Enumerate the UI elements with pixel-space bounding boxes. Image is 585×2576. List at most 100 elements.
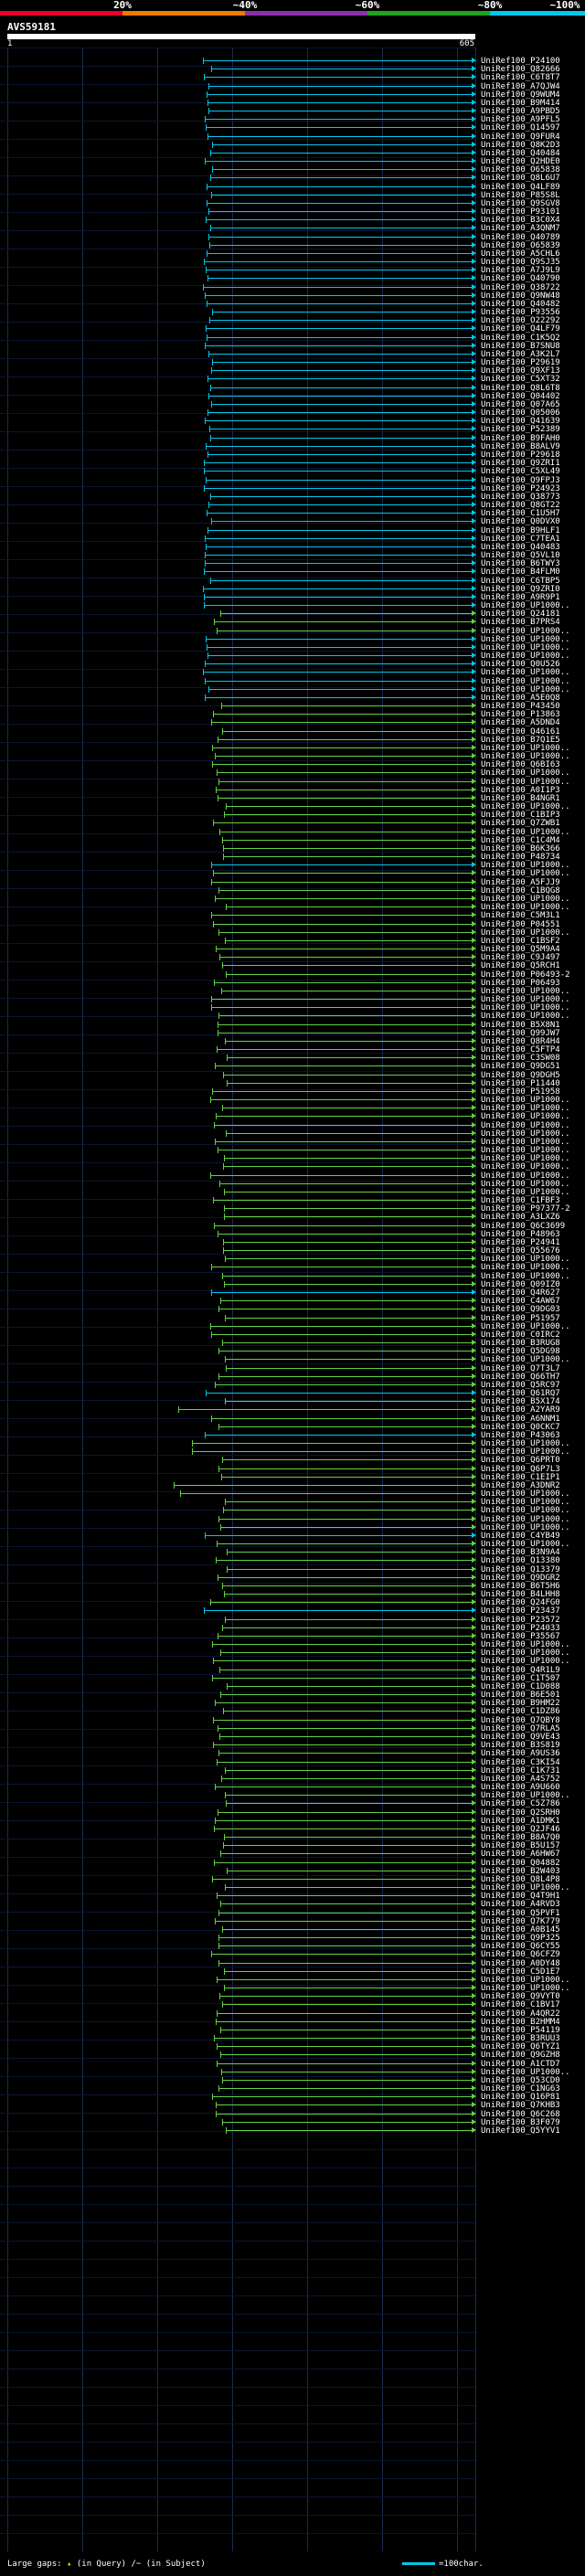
hit-line[interactable] <box>208 237 472 238</box>
hit-line[interactable] <box>217 2063 472 2064</box>
hit-line[interactable] <box>192 1451 472 1452</box>
hit-line[interactable] <box>207 530 472 531</box>
hit-line[interactable] <box>213 924 472 925</box>
hit-line[interactable] <box>211 722 472 723</box>
hit-line[interactable] <box>226 1803 472 1804</box>
hit-line[interactable] <box>216 1560 472 1561</box>
hit-line[interactable] <box>212 747 472 748</box>
hit-line[interactable] <box>223 1250 472 1251</box>
hit-label[interactable]: UniRef100_C6T8T7 <box>481 73 560 82</box>
hit-line[interactable] <box>213 714 472 715</box>
hit-line[interactable] <box>218 1812 472 1813</box>
hit-line[interactable] <box>209 245 472 246</box>
hit-line[interactable] <box>222 1276 472 1277</box>
hit-line[interactable] <box>215 1384 472 1385</box>
hit-line[interactable] <box>218 932 472 933</box>
hit-line[interactable] <box>204 488 472 489</box>
hit-label[interactable]: UniRef100_UP1000.. <box>481 1012 570 1021</box>
hit-line[interactable] <box>205 161 472 162</box>
hit-label[interactable]: UniRef100_Q5YYV1 <box>481 2126 560 2136</box>
hit-line[interactable] <box>216 2021 472 2022</box>
hit-line[interactable] <box>218 1468 472 1469</box>
hit-line[interactable] <box>218 1024 472 1025</box>
hit-line[interactable] <box>207 94 472 95</box>
hit-line[interactable] <box>223 1711 472 1712</box>
hit-line[interactable] <box>225 1770 472 1771</box>
hit-line[interactable] <box>211 195 472 196</box>
hit-label[interactable]: UniRef100_UP1000.. <box>481 769 570 778</box>
hit-line[interactable] <box>205 345 472 346</box>
hit-line[interactable] <box>221 1477 472 1478</box>
hit-line[interactable] <box>205 1535 472 1536</box>
hit-label[interactable]: UniRef100_A3QNM7 <box>481 224 560 233</box>
hit-label[interactable]: UniRef100_Q14597 <box>481 123 560 133</box>
hit-line[interactable] <box>215 898 472 899</box>
hit-line[interactable] <box>218 739 472 740</box>
hit-line[interactable] <box>218 781 472 782</box>
hit-label[interactable]: UniRef100_Q0DVX0 <box>481 517 560 526</box>
hit-line[interactable] <box>224 1837 472 1838</box>
hit-line[interactable] <box>207 253 472 254</box>
hit-label[interactable]: UniRef100_Q9DG51 <box>481 1062 560 1071</box>
hit-line[interactable] <box>227 1057 472 1058</box>
hit-line[interactable] <box>205 563 472 564</box>
hit-line[interactable] <box>218 1945 472 1946</box>
hit-line[interactable] <box>207 655 472 656</box>
hit-line[interactable] <box>222 1459 472 1460</box>
hit-line[interactable] <box>226 806 472 807</box>
hit-label[interactable]: UniRef100_Q9DG03 <box>481 1305 560 1314</box>
hit-line[interactable] <box>218 1753 472 1754</box>
hit-line[interactable] <box>220 1652 472 1653</box>
hit-line[interactable] <box>222 1585 472 1586</box>
hit-label[interactable]: UniRef100_A2YAR9 <box>481 1405 560 1415</box>
hit-line[interactable] <box>207 412 472 413</box>
hit-line[interactable] <box>215 1921 472 1922</box>
hit-line[interactable] <box>212 144 472 145</box>
hit-line[interactable] <box>213 822 472 823</box>
hit-line[interactable] <box>225 1359 472 1360</box>
hit-line[interactable] <box>221 705 472 706</box>
hit-label[interactable]: UniRef100_P52389 <box>481 425 560 434</box>
hit-line[interactable] <box>204 597 472 598</box>
hit-line[interactable] <box>212 1091 472 1092</box>
hit-line[interactable] <box>205 697 472 698</box>
hit-line[interactable] <box>210 177 472 178</box>
hit-line[interactable] <box>206 219 472 220</box>
hit-label[interactable]: UniRef100_A4RVD3 <box>481 1900 560 1909</box>
hit-label[interactable]: UniRef100_C1DZ86 <box>481 1707 560 1716</box>
hit-label[interactable]: UniRef100_C5XL49 <box>481 467 560 476</box>
hit-label[interactable]: UniRef100_Q6PRT0 <box>481 1456 560 1465</box>
hit-line[interactable] <box>207 337 472 338</box>
hit-line[interactable] <box>218 798 472 799</box>
hit-line[interactable] <box>211 882 472 883</box>
hit-label[interactable]: UniRef100_P23437 <box>481 1606 560 1616</box>
hit-line[interactable] <box>207 303 472 304</box>
hit-line[interactable] <box>206 1393 472 1394</box>
hit-line[interactable] <box>223 1075 472 1076</box>
hit-line[interactable] <box>205 681 472 682</box>
hit-line[interactable] <box>203 588 472 589</box>
hit-label[interactable]: UniRef100_UP1000.. <box>481 1112 570 1121</box>
hit-line[interactable] <box>225 1501 472 1502</box>
hit-line[interactable] <box>225 1041 472 1042</box>
hit-line[interactable] <box>207 513 472 514</box>
hit-line[interactable] <box>225 1318 472 1319</box>
hit-line[interactable] <box>225 1401 472 1402</box>
hit-line[interactable] <box>220 613 472 614</box>
hit-line[interactable] <box>224 814 472 815</box>
hit-line[interactable] <box>212 1678 472 1679</box>
hit-line[interactable] <box>203 60 472 61</box>
hit-line[interactable] <box>211 404 472 405</box>
hit-line[interactable] <box>206 328 472 329</box>
hit-label[interactable]: UniRef100_Q7ZWB1 <box>481 819 560 828</box>
hit-label[interactable]: UniRef100_A5DND4 <box>481 718 560 727</box>
hit-line[interactable] <box>215 1820 472 1821</box>
hit-line[interactable] <box>204 462 472 463</box>
hit-line[interactable] <box>217 1762 472 1763</box>
hit-line[interactable] <box>208 86 472 87</box>
hit-line[interactable] <box>211 864 472 865</box>
hit-line[interactable] <box>174 1485 472 1486</box>
hit-line[interactable] <box>215 1702 472 1703</box>
hit-line[interactable] <box>220 1300 472 1301</box>
hit-line[interactable] <box>206 639 472 640</box>
